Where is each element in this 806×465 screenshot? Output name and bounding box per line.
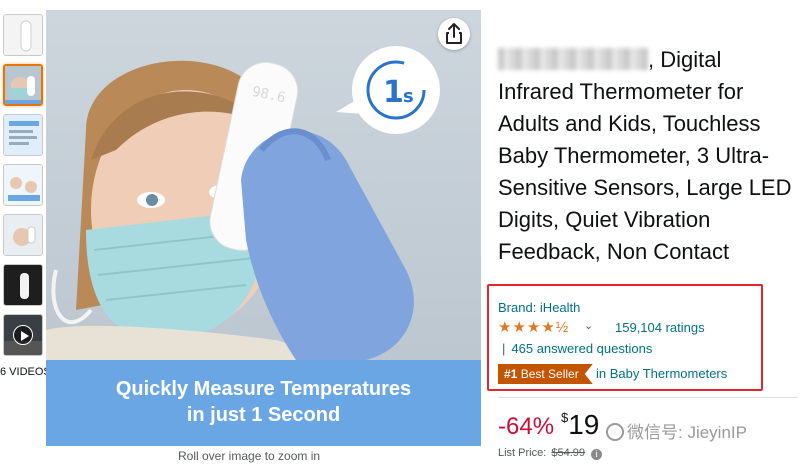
price-whole: 19: [568, 409, 600, 440]
info-icon[interactable]: i: [591, 449, 603, 460]
separator: |: [502, 341, 506, 356]
answered-questions-link[interactable]: 465 answered questions: [511, 341, 652, 356]
play-icon: [13, 325, 33, 345]
thumbnail-video[interactable]: [3, 314, 43, 356]
best-seller-category-link[interactable]: in Baby Thermometers: [596, 366, 727, 381]
share-icon: [446, 23, 462, 44]
list-price-label: List Price:: [498, 447, 547, 459]
videos-count-label[interactable]: 6 VIDEOS: [0, 366, 51, 378]
banner-line-2: in just 1 Second: [186, 404, 341, 426]
discount-percent: -64%: [498, 413, 555, 440]
banner-line-1: Quickly Measure Temperatures: [115, 378, 412, 400]
share-button[interactable]: [438, 18, 470, 50]
watermark: 微信号: JieyinIP: [606, 418, 747, 443]
thumbnail-3[interactable]: [3, 114, 43, 156]
redacted-title-part: [498, 48, 648, 70]
list-price-value: $54.99: [551, 447, 586, 459]
svg-text:s: s: [403, 86, 414, 107]
ratings-count-link[interactable]: 159,104 ratings: [615, 320, 705, 335]
image-caption-banner: Quickly Measure Temperatures in just 1 S…: [46, 360, 481, 446]
list-price: List Price: $54.99 i: [498, 447, 603, 460]
price: $19: [561, 409, 599, 441]
brand-link[interactable]: Brand: iHealth: [498, 300, 580, 315]
best-seller-label: Best Seller: [520, 367, 579, 381]
thumbnail-5[interactable]: [3, 214, 43, 256]
product-title: , Digital Infrared Thermometer for Adult…: [498, 44, 798, 268]
watermark-text: 微信号: JieyinIP: [627, 423, 747, 442]
zoom-hint: Roll over image to zoom in: [178, 449, 321, 463]
chevron-down-icon[interactable]: ⌄: [584, 319, 593, 332]
thumbnail-4[interactable]: [3, 164, 43, 206]
best-seller-badge[interactable]: #1 Best Seller: [498, 364, 593, 384]
best-seller-rank: #1: [504, 367, 518, 381]
thumbnail-1[interactable]: [3, 14, 43, 56]
star-rating[interactable]: ★★★★½: [498, 318, 569, 336]
product-title-text: , Digital Infrared Thermometer for Adult…: [498, 47, 792, 264]
wechat-icon: [606, 423, 624, 441]
svg-text:1: 1: [383, 75, 404, 110]
thumbnail-6[interactable]: [3, 264, 43, 306]
main-product-image[interactable]: 98.6 1 s Quickly Measure Temperatures in…: [46, 10, 481, 446]
thumbnail-2[interactable]: [3, 64, 43, 106]
divider: [498, 397, 798, 398]
answered-questions: | 465 answered questions: [502, 341, 652, 356]
